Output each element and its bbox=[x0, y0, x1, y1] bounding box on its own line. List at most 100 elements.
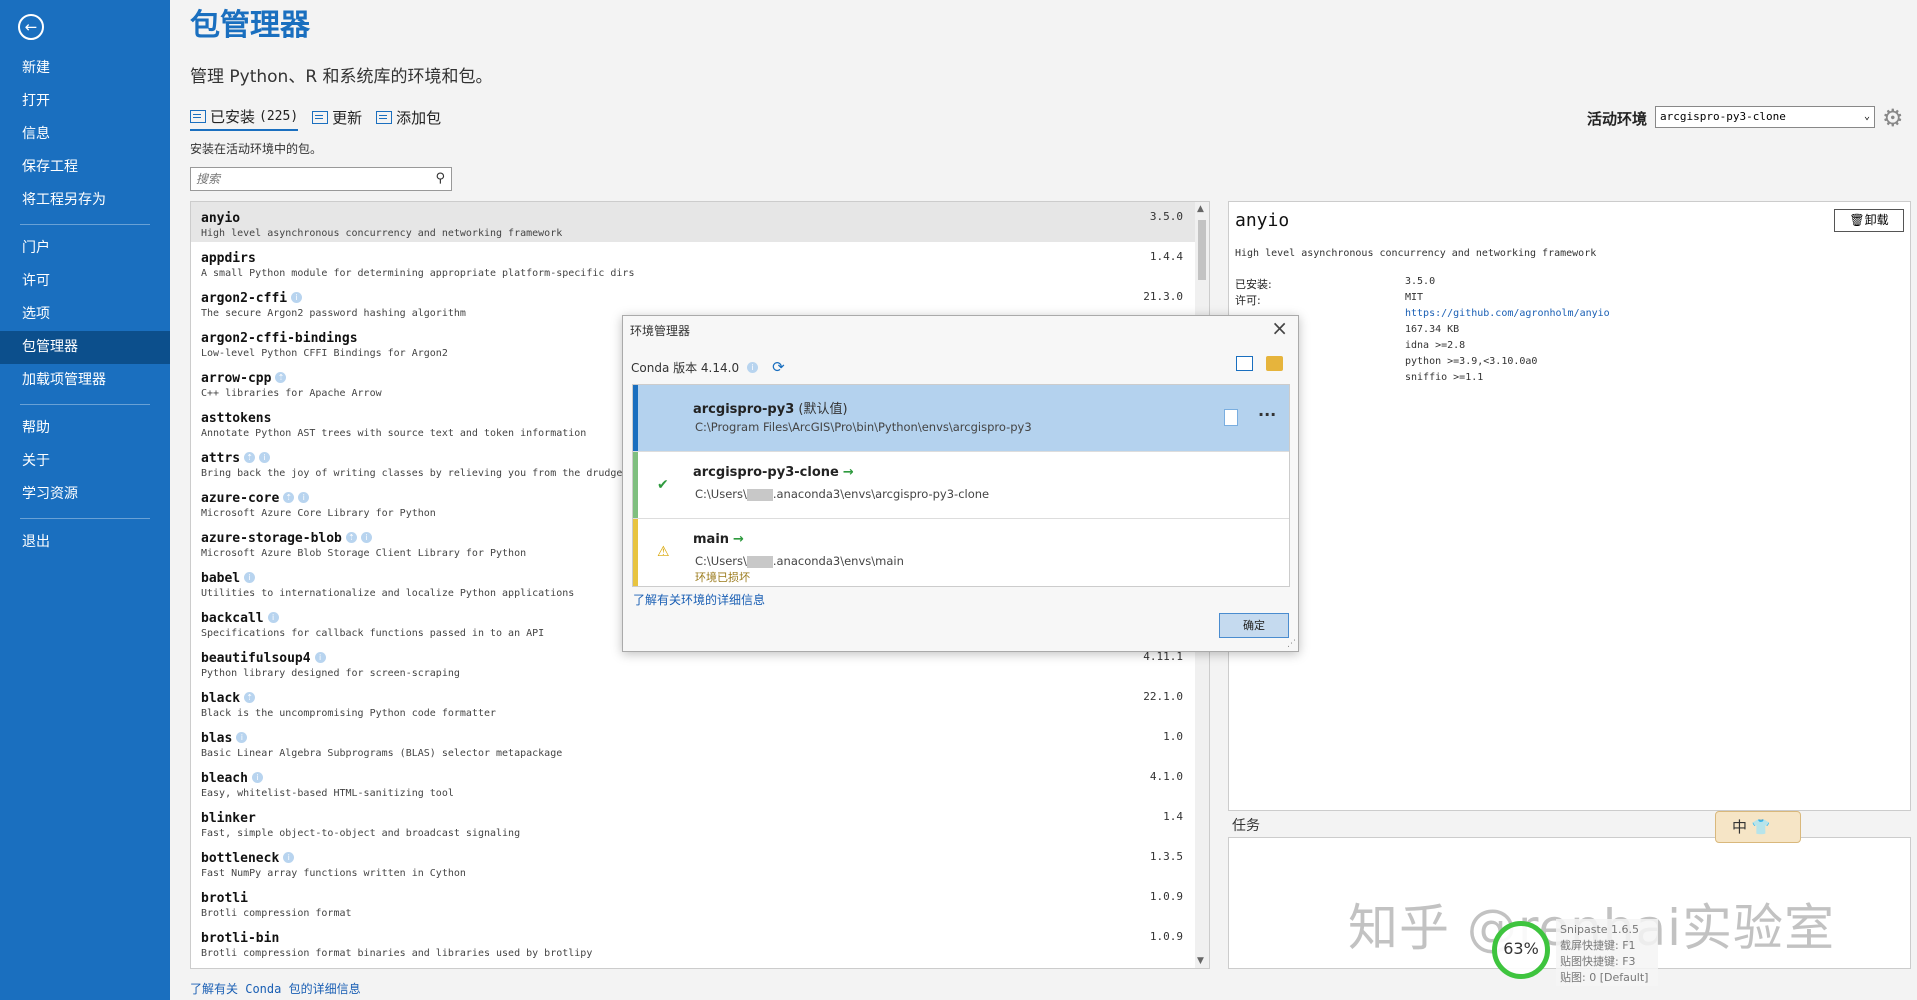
add-package-icon bbox=[376, 111, 393, 124]
package-name: babel bbox=[201, 571, 241, 586]
conda-version-text: Conda 版本 4.14.0 bbox=[631, 360, 740, 375]
env-accent-bar bbox=[633, 519, 638, 586]
dependency-icon: ⇡ bbox=[244, 692, 256, 703]
package-version: 1.0 bbox=[1163, 730, 1183, 743]
env-row-main[interactable]: ⚠ main → C:\Users\ .anaconda3\envs\main 环境… bbox=[633, 519, 1289, 586]
hotkey-line: 贴图快捷键: F3 bbox=[1560, 955, 1636, 968]
close-icon[interactable]: × bbox=[1271, 316, 1288, 340]
list-item[interactable]: appdirs A small Python module for determ… bbox=[191, 242, 1209, 282]
env-row-arcgispro-py3[interactable]: arcgispro-py3 (默认值) C:\Program Files\Arc… bbox=[633, 385, 1289, 452]
package-version: 22.1.0 bbox=[1143, 690, 1183, 703]
info-icon[interactable]: i bbox=[259, 452, 271, 463]
tab-bar: 已安装 (225) 更新 添加包 bbox=[190, 106, 441, 131]
scroll-down-icon[interactable]: ▼ bbox=[1197, 956, 1204, 966]
tab-updates[interactable]: 更新 bbox=[312, 106, 362, 131]
sidebar-item-save-as[interactable]: 将工程另存为 bbox=[0, 184, 170, 217]
info-icon[interactable]: i bbox=[360, 532, 372, 543]
tasks-label: 任务 bbox=[1232, 818, 1260, 834]
package-description: Easy, whitelist-based HTML-sanitizing to… bbox=[201, 788, 454, 799]
package-name: blinker bbox=[201, 811, 256, 826]
sidebar-item-about[interactable]: 关于 bbox=[0, 445, 170, 478]
detail-key: 许可: bbox=[1235, 294, 1261, 307]
list-item[interactable]: anyio High level asynchronous concurrenc… bbox=[191, 202, 1209, 242]
more-options-icon[interactable]: ··· bbox=[1258, 405, 1276, 424]
package-name: black bbox=[201, 691, 241, 706]
sidebar-item-options[interactable]: 选项 bbox=[0, 298, 170, 331]
clone-icon[interactable] bbox=[1224, 409, 1238, 426]
sidebar-item-info[interactable]: 信息 bbox=[0, 118, 170, 151]
package-name: anyio bbox=[201, 211, 241, 226]
scroll-thumb[interactable] bbox=[1198, 220, 1206, 280]
dependency-icon: ⇡ bbox=[283, 492, 295, 503]
trash-icon: 🗑 bbox=[1849, 213, 1865, 227]
uninstall-button[interactable]: 🗑卸载 bbox=[1834, 209, 1904, 232]
resize-grip-icon[interactable]: ⋰ bbox=[1287, 639, 1296, 649]
sidebar-item-help[interactable]: 帮助 bbox=[0, 412, 170, 445]
detail-description: High level asynchronous concurrency and … bbox=[1235, 248, 1597, 259]
sidebar-item-package-manager[interactable]: 包管理器 bbox=[0, 331, 170, 364]
activate-arrow-icon[interactable]: → bbox=[843, 465, 854, 480]
list-item[interactable]: bleach i Easy, whitelist-based HTML-sanit… bbox=[191, 762, 1209, 802]
package-version: 1.4 bbox=[1163, 810, 1183, 823]
homepage-link[interactable]: https://github.com/agronholm/anyio bbox=[1405, 308, 1610, 324]
new-environment-icon[interactable] bbox=[1236, 356, 1253, 371]
sidebar-item-licensing[interactable]: 许可 bbox=[0, 265, 170, 298]
sidebar-item-portal[interactable]: 门户 bbox=[0, 232, 170, 265]
learn-conda-link[interactable]: 了解有关 Conda 包的详细信息 bbox=[190, 980, 361, 997]
package-name: asttokens bbox=[201, 411, 272, 426]
divider bbox=[20, 518, 150, 519]
environment-manager-dialog: 环境管理器 × Conda 版本 4.14.0 i ⟳ arcgispro-py… bbox=[622, 315, 1299, 652]
sidebar-item-learning-resources[interactable]: 学习资源 bbox=[0, 478, 170, 511]
list-item[interactable]: blas i Basic Linear Algebra Subprograms (… bbox=[191, 722, 1209, 762]
env-warning-text: 环境已损坏 bbox=[695, 571, 750, 584]
info-icon[interactable]: i bbox=[267, 612, 279, 623]
info-icon[interactable]: i bbox=[251, 772, 263, 783]
ok-button[interactable]: 确定 bbox=[1219, 613, 1289, 638]
detail-value: 167.34 KB bbox=[1405, 324, 1460, 335]
refresh-icon[interactable]: ⟳ bbox=[772, 358, 785, 376]
back-arrow-icon[interactable]: ← bbox=[18, 14, 44, 40]
add-existing-folder-icon[interactable] bbox=[1266, 356, 1283, 371]
page-subtitle: 管理 Python、R 和系统库的环境和包。 bbox=[190, 67, 493, 87]
hotkey-line: 截屏快捷键: F1 bbox=[1560, 939, 1636, 952]
info-icon[interactable]: i bbox=[244, 572, 256, 583]
package-description: Basic Linear Algebra Subprograms (BLAS) … bbox=[201, 748, 563, 759]
page-title: 包管理器 bbox=[190, 8, 310, 43]
ime-toolbar[interactable]: 中 👕 bbox=[1715, 811, 1801, 843]
package-version: 1.4.4 bbox=[1149, 250, 1183, 263]
sidebar-item-exit[interactable]: 退出 bbox=[0, 526, 170, 559]
list-item[interactable]: blinker Fast, simple object-to-object an… bbox=[191, 802, 1209, 842]
info-icon[interactable]: i bbox=[283, 852, 295, 863]
active-env-dropdown[interactable]: arcgispro-py3-clone ⌄ bbox=[1655, 106, 1875, 128]
env-name: arcgispro-py3 (默认值) bbox=[693, 398, 848, 417]
activate-arrow-icon[interactable]: → bbox=[733, 532, 744, 547]
info-icon[interactable]: i bbox=[291, 292, 303, 303]
env-row-arcgispro-py3-clone[interactable]: ✔ arcgispro-py3-clone → C:\Users\ .anacond… bbox=[633, 452, 1289, 519]
search-icon[interactable]: ⚲ bbox=[435, 171, 445, 186]
package-name: brotli-bin bbox=[201, 931, 280, 946]
scroll-up-icon[interactable]: ▲ bbox=[1197, 204, 1204, 214]
package-name: appdirs bbox=[201, 251, 256, 266]
search-input[interactable] bbox=[191, 168, 421, 190]
package-description: A small Python module for determining ap… bbox=[201, 268, 635, 279]
info-icon[interactable]: i bbox=[298, 492, 310, 503]
list-item[interactable]: brotli Brotli compression format 1.0.9 bbox=[191, 882, 1209, 922]
list-item[interactable]: black ⇡ Black is the uncompromising Pytho… bbox=[191, 682, 1209, 722]
sidebar-item-addin-manager[interactable]: 加载项管理器 bbox=[0, 364, 170, 397]
package-name: azure-core bbox=[201, 491, 280, 506]
learn-environments-link[interactable]: 了解有关环境的详细信息 bbox=[633, 591, 765, 608]
sidebar-item-new[interactable]: 新建 bbox=[0, 52, 170, 85]
list-item[interactable]: bottleneck i Fast NumPy array functions w… bbox=[191, 842, 1209, 882]
warning-icon: ⚠ bbox=[657, 544, 670, 560]
info-icon[interactable]: i bbox=[236, 732, 248, 743]
gear-icon[interactable]: ⚙ bbox=[1882, 104, 1904, 132]
list-item[interactable]: brotli-bin Brotli compression format bin… bbox=[191, 922, 1209, 962]
sidebar-item-save-project[interactable]: 保存工程 bbox=[0, 151, 170, 184]
tab-add-packages[interactable]: 添加包 bbox=[376, 106, 441, 131]
info-icon[interactable]: i bbox=[314, 652, 326, 663]
tab-updates-label: 更新 bbox=[332, 109, 363, 127]
sidebar-item-open[interactable]: 打开 bbox=[0, 85, 170, 118]
tab-installed[interactable]: 已安装 (225) bbox=[190, 106, 299, 131]
info-icon[interactable]: i bbox=[747, 361, 759, 373]
env-name: main → bbox=[693, 532, 744, 547]
